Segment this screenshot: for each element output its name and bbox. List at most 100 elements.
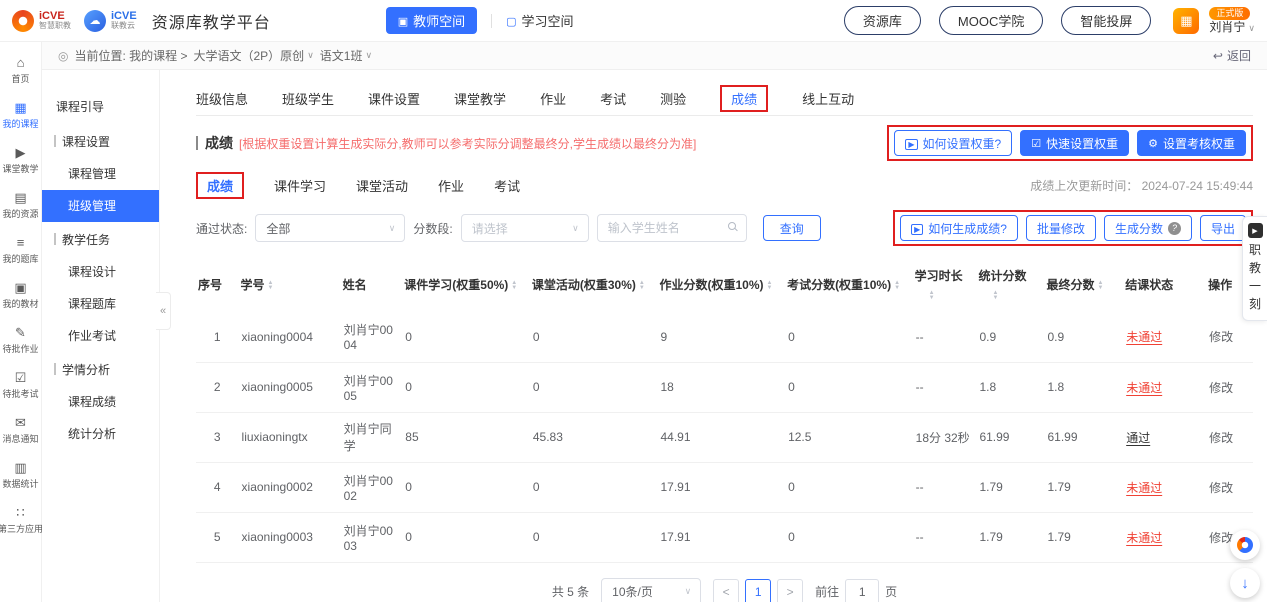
sort-icon[interactable] — [766, 281, 772, 290]
courseware-score-link[interactable]: 0 — [402, 362, 530, 412]
menu-item-course-grades[interactable]: 课程成绩 — [42, 386, 159, 418]
exam-score-link[interactable]: 12.5 — [785, 412, 913, 462]
courseware-score-link[interactable]: 0 — [402, 512, 530, 562]
tab-exam[interactable]: 考试 — [600, 89, 626, 108]
tab-classroom-teaching[interactable]: 课堂教学 — [454, 89, 506, 108]
sidebar-item-home[interactable]: ⌂ 首页 — [0, 48, 41, 93]
menu-item-course-question-bank[interactable]: 课程题库 — [42, 288, 159, 320]
status-filter-select[interactable]: 全部 — [255, 214, 405, 242]
exam-score-link[interactable]: 0 — [785, 362, 913, 412]
sidebar-item-statistics[interactable]: ▥ 数据统计 — [0, 453, 41, 498]
activity-score-link[interactable]: 45.83 — [530, 412, 658, 462]
tab-grades[interactable]: 成绩 — [731, 92, 757, 107]
col-header-student-id[interactable]: 学号 — [239, 258, 341, 312]
sidebar-item-question-bank[interactable]: ≡ 我的题库 — [0, 228, 41, 273]
quick-set-weight-button[interactable]: 快速设置权重 — [1020, 130, 1129, 156]
menu-item-course-management[interactable]: 课程管理 — [42, 158, 159, 190]
generate-score-button[interactable]: 生成分数 ? — [1104, 215, 1192, 241]
student-name-input[interactable] — [597, 214, 747, 242]
subtab-courseware-study[interactable]: 课件学习 — [274, 176, 326, 195]
query-button[interactable]: 查询 — [763, 215, 821, 241]
score-range-select[interactable]: 请选择 — [461, 214, 589, 242]
tab-online-interaction[interactable]: 线上互动 — [802, 89, 854, 108]
app-grid-icon[interactable] — [1173, 8, 1199, 34]
subtab-exam[interactable]: 考试 — [494, 176, 520, 195]
how-generate-grades-button[interactable]: 如何生成成绩? — [900, 215, 1018, 241]
edit-link[interactable]: 修改 — [1206, 412, 1253, 462]
user-menu[interactable]: 正式版 刘肖宁 — [1209, 7, 1255, 34]
smart-screencast-button[interactable]: 智能投屏 — [1061, 6, 1151, 35]
exam-score-link[interactable]: 0 — [785, 312, 913, 362]
sort-icon[interactable] — [1098, 281, 1104, 290]
homework-score-link[interactable]: 44.91 — [657, 412, 785, 462]
tab-quiz[interactable]: 测验 — [660, 89, 686, 108]
sort-icon[interactable] — [894, 281, 900, 290]
col-header-total[interactable]: 统计分数 — [976, 258, 1044, 312]
sidebar-item-my-resources[interactable]: ▤ 我的资源 — [0, 183, 41, 228]
zhijiao-yike-vertical-tab[interactable]: 职 教 一 刻 — [1242, 216, 1267, 321]
sidebar-item-notifications[interactable]: ✉ 消息通知 — [0, 408, 41, 453]
menu-collapse-handle[interactable]: « — [156, 292, 171, 330]
homework-score-link[interactable]: 9 — [657, 312, 785, 362]
homework-score-link[interactable]: 17.91 — [657, 512, 785, 562]
menu-item-class-management[interactable]: 班级管理 — [42, 190, 159, 222]
goto-page-input[interactable] — [845, 579, 879, 602]
sidebar-item-my-courses[interactable]: ▦ 我的课程 — [0, 93, 41, 138]
tab-class-info[interactable]: 班级信息 — [196, 89, 248, 108]
service-float-button[interactable] — [1230, 530, 1260, 560]
download-float-button[interactable] — [1230, 568, 1260, 598]
teacher-space-button[interactable]: 教师空间 — [386, 7, 477, 34]
col-header-activity[interactable]: 课堂活动(权重30%) — [530, 258, 658, 312]
sort-icon[interactable] — [929, 291, 935, 300]
subtab-homework[interactable]: 作业 — [438, 176, 464, 195]
page-size-select[interactable]: 10条/页 — [601, 578, 701, 602]
next-page-button[interactable]: > — [777, 579, 803, 602]
exam-score-link[interactable]: 0 — [785, 462, 913, 512]
sort-icon[interactable] — [511, 281, 517, 290]
col-header-courseware[interactable]: 课件学习(权重50%) — [402, 258, 530, 312]
export-button[interactable]: 导出 — [1200, 215, 1246, 241]
courseware-score-link[interactable]: 0 — [402, 462, 530, 512]
menu-item-statistical-analysis[interactable]: 统计分析 — [42, 418, 159, 450]
activity-score-link[interactable]: 0 — [530, 512, 658, 562]
exam-score-link[interactable]: 0 — [785, 512, 913, 562]
activity-score-link[interactable]: 0 — [530, 362, 658, 412]
courseware-score-link[interactable]: 0 — [402, 312, 530, 362]
menu-item-course-design[interactable]: 课程设计 — [42, 256, 159, 288]
activity-score-link[interactable]: 0 — [530, 462, 658, 512]
activity-score-link[interactable]: 0 — [530, 312, 658, 362]
back-link[interactable]: 返回 — [1213, 47, 1251, 64]
subtab-class-activity[interactable]: 课堂活动 — [356, 176, 408, 195]
page-button-1[interactable]: 1 — [745, 579, 771, 602]
sort-icon[interactable] — [268, 281, 274, 290]
sidebar-item-third-party-apps[interactable]: ∷ 第三方应用 — [0, 498, 41, 543]
tab-class-students[interactable]: 班级学生 — [282, 89, 334, 108]
prev-page-button[interactable]: < — [713, 579, 739, 602]
set-assess-weight-button[interactable]: 设置考核权重 — [1137, 130, 1246, 156]
sidebar-item-pending-exams[interactable]: ☑ 待批考试 — [0, 363, 41, 408]
edit-link[interactable]: 修改 — [1206, 362, 1253, 412]
resource-library-button[interactable]: 资源库 — [844, 6, 921, 35]
edit-link[interactable]: 修改 — [1206, 462, 1253, 512]
col-header-final[interactable]: 最终分数 — [1045, 258, 1124, 312]
student-space-button[interactable]: 学习空间 — [506, 11, 573, 30]
mooc-college-button[interactable]: MOOC学院 — [939, 6, 1043, 35]
sidebar-item-pending-homework[interactable]: ✎ 待批作业 — [0, 318, 41, 363]
tab-homework[interactable]: 作业 — [540, 89, 566, 108]
sidebar-item-classroom-teaching[interactable]: ▶ 课堂教学 — [0, 138, 41, 183]
class-dropdown[interactable]: 语文1班 — [320, 47, 372, 64]
menu-item-homework-exam[interactable]: 作业考试 — [42, 320, 159, 352]
col-header-duration[interactable]: 学习时长 — [913, 258, 977, 312]
batch-edit-button[interactable]: 批量修改 — [1026, 215, 1096, 241]
subtab-grades[interactable]: 成绩 — [207, 179, 233, 194]
sidebar-item-textbooks[interactable]: ▣ 我的教材 — [0, 273, 41, 318]
sort-icon[interactable] — [639, 281, 645, 290]
homework-score-link[interactable]: 18 — [657, 362, 785, 412]
course-dropdown[interactable]: 大学语文（2P）原创 — [194, 47, 314, 64]
sort-icon[interactable] — [992, 291, 998, 300]
how-set-weight-button[interactable]: 如何设置权重? — [894, 130, 1012, 156]
courseware-score-link[interactable]: 85 — [402, 412, 530, 462]
col-header-exam[interactable]: 考试分数(权重10%) — [785, 258, 913, 312]
col-header-homework[interactable]: 作业分数(权重10%) — [657, 258, 785, 312]
menu-item-course-guide[interactable]: 课程引导 — [42, 90, 159, 124]
